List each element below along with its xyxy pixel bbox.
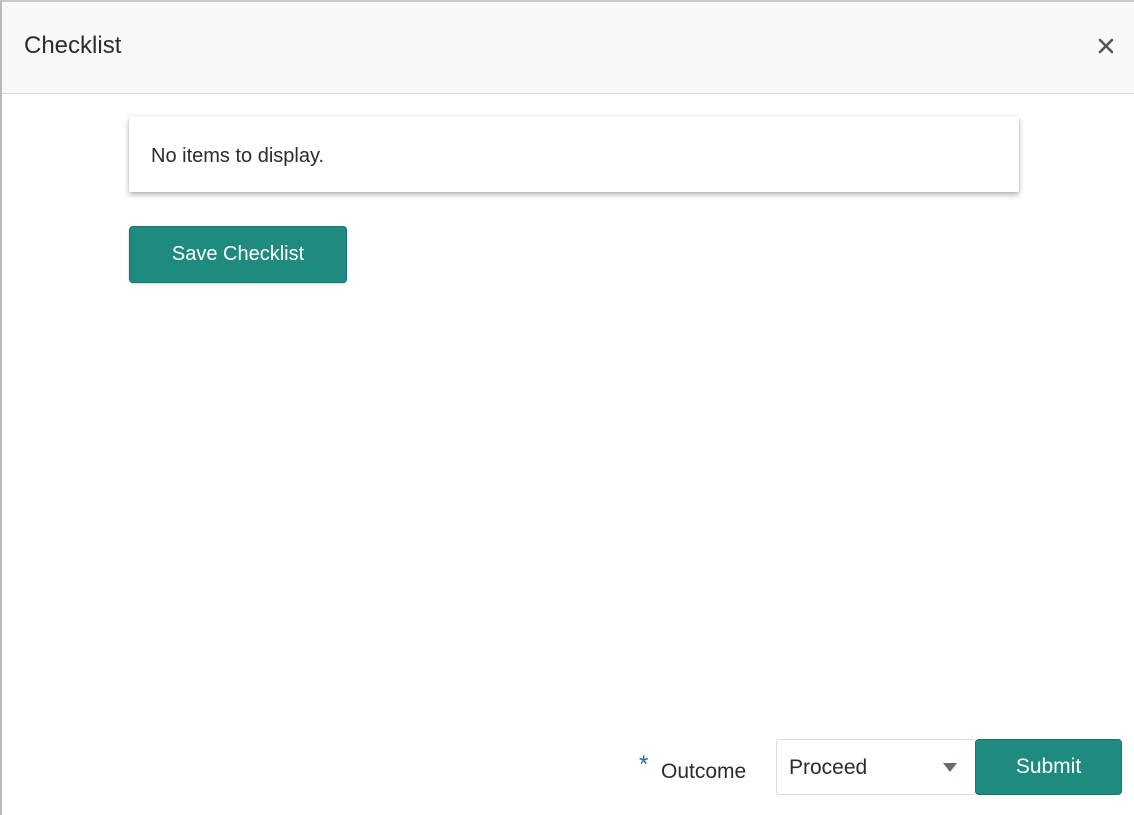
required-marker: *: [639, 751, 649, 778]
checklist-empty-card: No items to display.: [129, 116, 1019, 192]
submit-button[interactable]: Submit: [975, 739, 1122, 795]
outcome-label: Outcome: [661, 760, 747, 783]
caret-down-icon: [943, 763, 957, 772]
outcome-select[interactable]: Proceed: [776, 739, 976, 795]
close-icon: [1098, 38, 1114, 54]
dialog-header: Checklist: [2, 2, 1134, 94]
close-button[interactable]: [1094, 34, 1118, 58]
empty-message: No items to display.: [151, 145, 325, 167]
outcome-selected-value: Proceed: [789, 756, 868, 779]
save-checklist-button[interactable]: Save Checklist: [129, 226, 347, 283]
checklist-dialog: Checklist No items to display. Save Chec…: [0, 0, 1134, 815]
dialog-title: Checklist: [24, 32, 122, 59]
